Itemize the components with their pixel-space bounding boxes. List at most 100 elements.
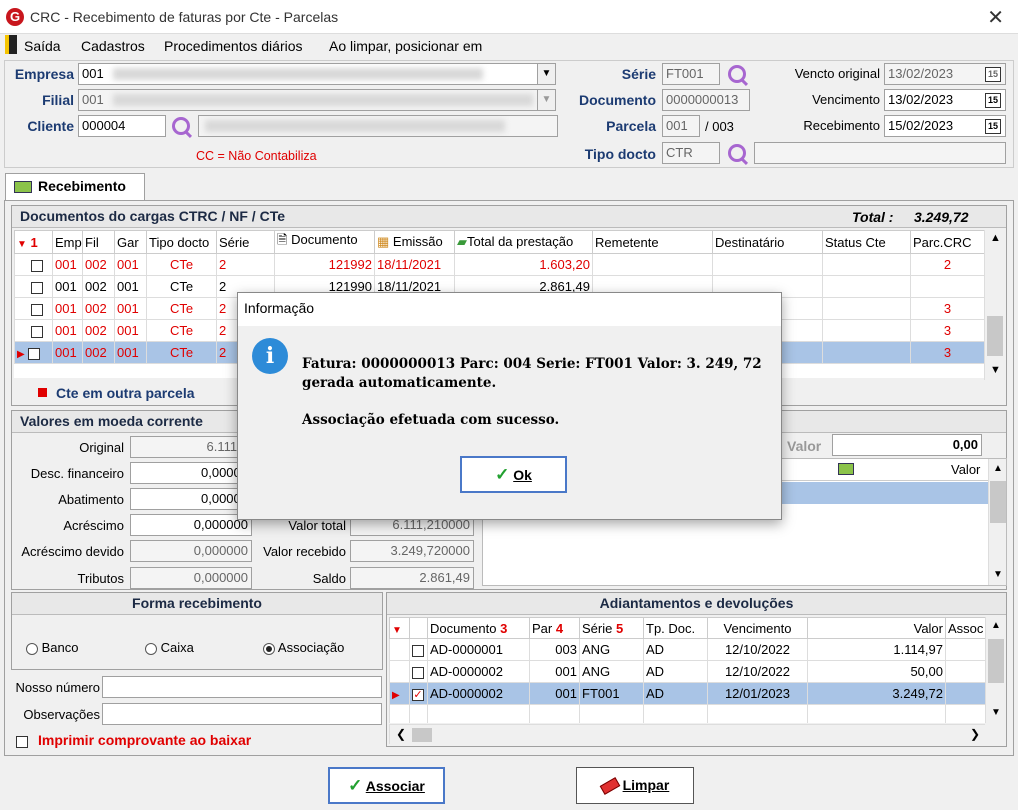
menu-saida[interactable]: Saída <box>24 38 61 54</box>
serie-input[interactable]: FT001 <box>662 63 720 85</box>
row-checkbox[interactable] <box>30 259 43 272</box>
cliente-input[interactable]: 000004 <box>78 115 166 137</box>
radio-banco[interactable]: Banco <box>26 640 79 655</box>
cell-check[interactable] <box>409 638 428 661</box>
menu-cadastros[interactable]: Cadastros <box>81 38 145 54</box>
limpar-button[interactable]: Limpar <box>576 767 694 804</box>
cell-sel[interactable] <box>14 297 53 320</box>
scroll-thumb[interactable] <box>988 639 1004 683</box>
scroll-up-icon[interactable]: ▲ <box>991 620 1001 631</box>
table-row[interactable]: AD-0000002 001 ANG AD 12/10/2022 50,00 <box>389 660 985 683</box>
cell-sel[interactable] <box>14 319 53 342</box>
col-total[interactable]: ▰Total da prestação <box>454 230 593 254</box>
radio-caixa[interactable]: Caixa <box>145 640 194 655</box>
associar-button[interactable]: ✓ Associar <box>328 767 445 804</box>
col-adiant-serie[interactable]: Série 5 <box>579 617 644 639</box>
adiant-vscrollbar[interactable]: ▲ ▼ <box>985 617 1006 723</box>
col-adiant-tp[interactable]: Tp. Doc. <box>643 617 708 639</box>
scroll-down-icon[interactable]: ▼ <box>993 569 1003 580</box>
filial-select[interactable]: 001 ▼ <box>78 89 556 111</box>
scroll-thumb[interactable] <box>987 316 1003 356</box>
documento-input[interactable]: 0000000013 <box>662 89 750 111</box>
parcela-input[interactable]: 001 <box>662 115 700 137</box>
row-checkbox[interactable] <box>30 303 43 316</box>
acres-dev-input[interactable]: 0,000000 <box>130 540 252 562</box>
col-remetente[interactable]: Remetente <box>592 230 713 254</box>
imprimir-checkbox[interactable] <box>16 733 28 748</box>
col-sort[interactable]: ▼ 1 <box>14 230 53 254</box>
scroll-down-icon[interactable]: ▼ <box>991 707 1001 718</box>
calendar-icon[interactable]: 15 <box>985 119 1001 134</box>
col-adiant-venc[interactable]: Vencimento <box>707 617 808 639</box>
abat-input[interactable]: 0,00000 <box>130 488 252 510</box>
chevron-down-icon[interactable]: ▼ <box>537 90 555 110</box>
col-tipo[interactable]: Tipo docto <box>146 230 217 254</box>
row-checkbox[interactable]: ✓ <box>412 688 424 701</box>
tipodocto-input[interactable]: CTR <box>662 142 720 164</box>
row-checkbox[interactable] <box>412 644 424 657</box>
tab-recebimento[interactable]: Recebimento <box>5 173 145 201</box>
col-adiant-par[interactable]: Par 4 <box>529 617 580 639</box>
documents-scrollbar[interactable]: ▲ ▼ <box>984 230 1006 380</box>
search-icon[interactable] <box>172 117 190 135</box>
col-status[interactable]: Status Cte <box>822 230 911 254</box>
scroll-down-icon[interactable]: ▼ <box>990 364 1001 376</box>
table-row[interactable]: ▶ ✓ AD-0000002 001 FT001 AD 12/01/2023 3.249,72 <box>389 682 985 705</box>
cell-sel[interactable]: ▶ <box>14 341 53 364</box>
ok-button[interactable]: ✓ Ok <box>460 456 567 493</box>
radio-associacao[interactable]: Associação <box>263 640 344 655</box>
cell-sel[interactable] <box>14 253 53 276</box>
col-destinatario[interactable]: Destinatário <box>712 230 823 254</box>
vencto-original-input[interactable]: 13/02/2023 15 <box>884 63 1006 85</box>
col-emissao[interactable]: ▦ Emissão <box>374 230 455 254</box>
vencimento-input[interactable]: 13/02/2023 15 <box>884 89 1006 111</box>
close-icon[interactable]: ✕ <box>987 5 1004 30</box>
table-row[interactable]: AD-0000001 003 ANG AD 12/10/2022 1.114,97 <box>389 638 985 661</box>
valor-input[interactable]: 0,00 <box>832 434 982 456</box>
radio-associacao-circle[interactable] <box>263 642 275 655</box>
col-parc[interactable]: Parc.CRC <box>910 230 984 254</box>
scroll-thumb[interactable] <box>412 728 432 742</box>
cell-check[interactable] <box>409 660 428 683</box>
scroll-up-icon[interactable]: ▲ <box>990 232 1001 244</box>
scroll-up-icon[interactable]: ▲ <box>993 463 1003 474</box>
menu-ao-limpar[interactable]: Ao limpar, posicionar em <box>329 38 482 54</box>
scroll-thumb[interactable] <box>990 481 1006 523</box>
search-icon[interactable] <box>728 65 746 83</box>
col-serie[interactable]: Série <box>216 230 275 254</box>
chevron-down-icon[interactable]: ▼ <box>537 64 555 84</box>
empresa-select[interactable]: 001 ▼ <box>78 63 556 85</box>
calendar-icon[interactable]: 15 <box>985 67 1001 82</box>
search-icon[interactable] <box>728 144 746 162</box>
row-checkbox[interactable] <box>412 666 424 679</box>
desc-input[interactable]: 0,00000 <box>130 462 252 484</box>
col-adiant-documento[interactable]: Documento 3 <box>427 617 530 639</box>
valor-receb-input[interactable]: 3.249,720000 <box>350 540 474 562</box>
table-row[interactable]: 001 002 001 CTe 2 121992 18/11/2021 1.603,20 2 <box>14 253 984 276</box>
col-gar[interactable]: Gar <box>114 230 147 254</box>
imprimir-checkbox-box[interactable] <box>16 735 28 748</box>
col-adiant-assoc[interactable]: Assoc <box>945 617 985 639</box>
radio-banco-circle[interactable] <box>26 642 38 655</box>
scroll-right-icon[interactable]: ❯ <box>970 727 980 741</box>
radio-caixa-circle[interactable] <box>145 642 157 655</box>
col-documento[interactable]: 🗎 Documento <box>274 230 375 254</box>
adiant-hscrollbar[interactable]: ❮ ❯ <box>389 724 985 744</box>
obs-input[interactable] <box>102 703 382 725</box>
saldo-input[interactable]: 2.861,49 <box>350 567 474 589</box>
row-checkbox[interactable] <box>30 281 43 294</box>
col-adiant-valor[interactable]: Valor <box>807 617 946 639</box>
cell-sel[interactable] <box>14 275 53 298</box>
nosso-input[interactable] <box>102 676 382 698</box>
menu-procedimentos[interactable]: Procedimentos diários <box>164 38 303 54</box>
valores-list-scrollbar[interactable]: ▲ ▼ <box>988 459 1006 585</box>
row-checkbox[interactable] <box>30 325 43 338</box>
col-fil[interactable]: Fil <box>82 230 115 254</box>
original-input[interactable]: 6.111,2 <box>130 436 252 458</box>
scroll-left-icon[interactable]: ❮ <box>396 727 406 741</box>
row-checkbox[interactable] <box>28 347 41 360</box>
col-emp[interactable]: Emp <box>52 230 83 254</box>
calendar-icon[interactable]: 15 <box>985 93 1001 108</box>
cell-check[interactable]: ✓ <box>409 682 428 705</box>
recebimento-input[interactable]: 15/02/2023 15 <box>884 115 1006 137</box>
